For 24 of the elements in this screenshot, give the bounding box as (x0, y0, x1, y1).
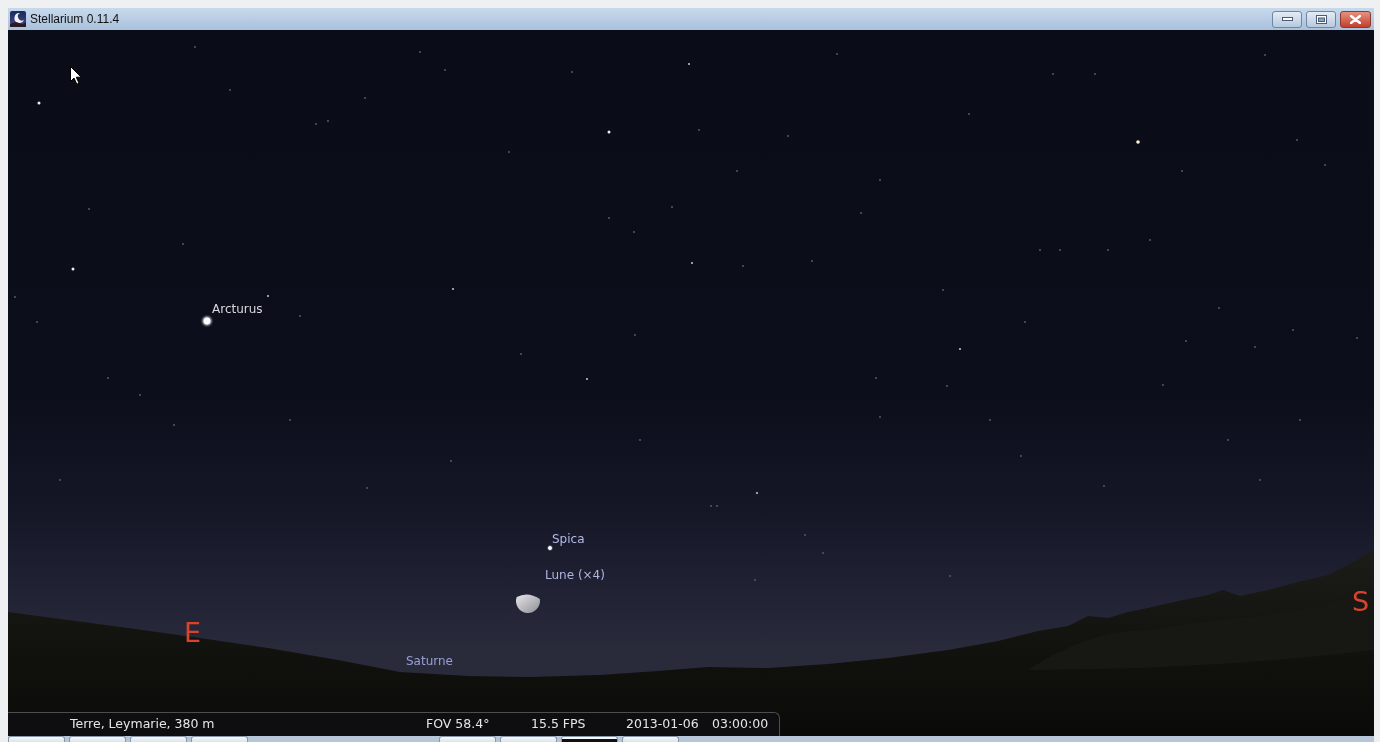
moon-label: Lune (×4) (545, 568, 605, 582)
time-text: 03:00:00 (712, 715, 770, 734)
maximize-button[interactable] (1306, 10, 1336, 28)
minimize-button[interactable] (1272, 10, 1302, 28)
minimize-icon (1281, 17, 1293, 21)
date-text: 2013-01-06 (626, 715, 700, 734)
cursor-icon (70, 66, 82, 85)
maximize-icon (1315, 14, 1327, 24)
window-title: Stellarium 0.11.4 (30, 13, 120, 25)
fps-text: 15.5 FPS (531, 715, 587, 734)
close-button[interactable] (1340, 10, 1371, 28)
planet-label: Saturne (406, 654, 453, 668)
star-icon (200, 314, 214, 328)
moon-icon (516, 594, 540, 613)
crescent-moon-icon (10, 11, 26, 27)
close-icon (1350, 14, 1361, 24)
toolbar-button[interactable] (561, 736, 618, 742)
star-icon (546, 544, 554, 552)
star-label: Spica (552, 532, 585, 546)
fov-text: FOV 58.4° (426, 715, 491, 734)
cardinal-point-label: E (184, 619, 202, 646)
location-text: Terre, Leymarie, 380 m (70, 715, 216, 734)
star-label: Arcturus (212, 302, 263, 316)
cardinal-point-label: S (1352, 588, 1370, 615)
